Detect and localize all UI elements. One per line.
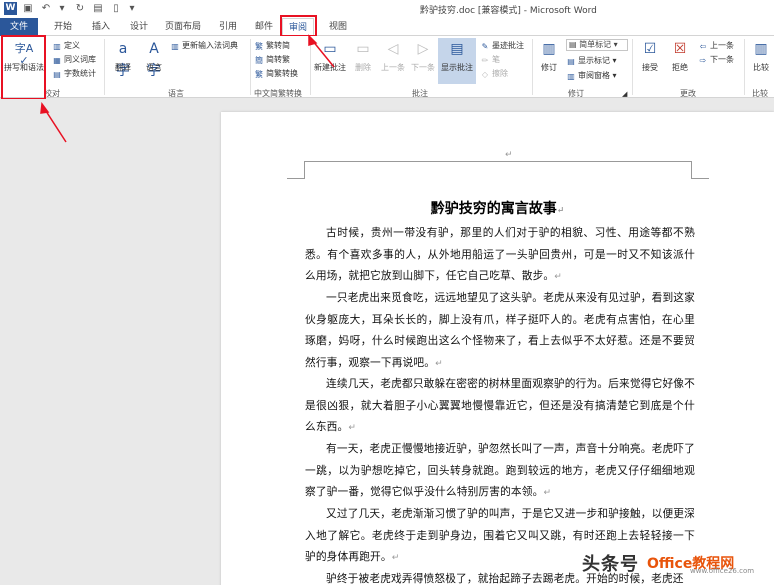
arrow-to-spelling-line	[43, 107, 67, 143]
watermark-text: 头条号	[582, 554, 639, 575]
arrow-to-review-head	[308, 34, 318, 46]
arrow-to-spelling-head	[40, 102, 50, 114]
annotation-arrows	[40, 34, 335, 143]
watermark-url: www.office26.com	[690, 567, 755, 575]
arrow-to-review-line	[311, 39, 335, 68]
watermark: 头条号 Office教程网 www.office26.com	[582, 545, 754, 581]
